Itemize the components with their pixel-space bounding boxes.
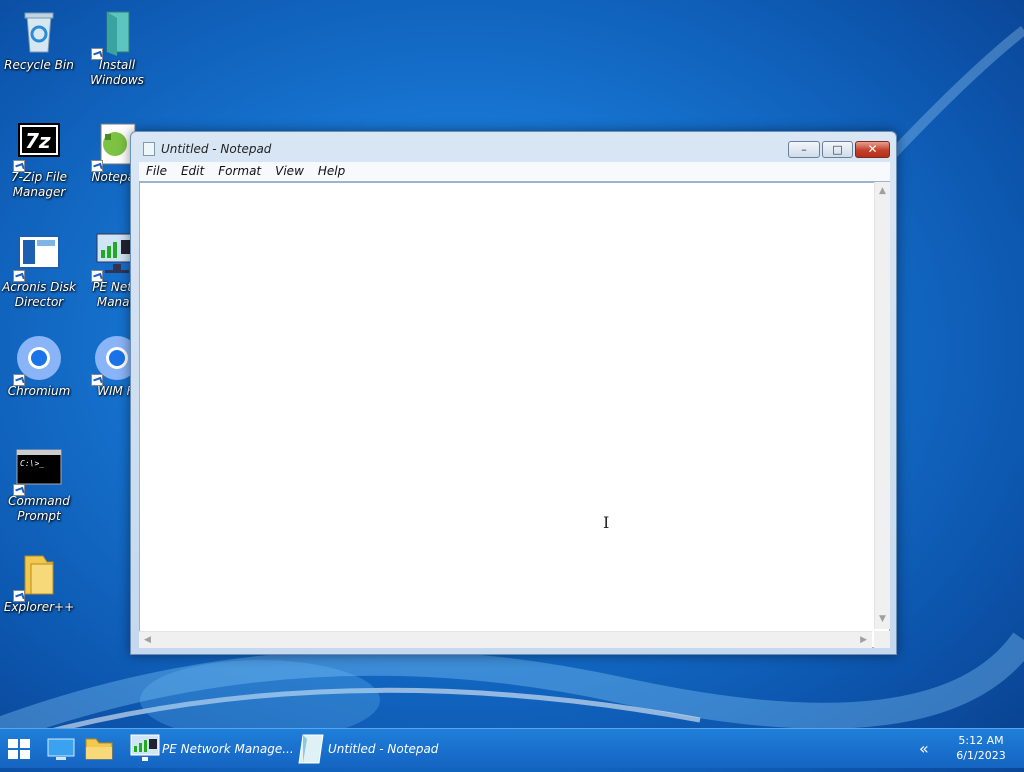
desktop-icon-7zip[interactable]: 7z 7-Zip File Manager	[0, 120, 78, 200]
svg-text:C:\>_: C:\>_	[20, 459, 44, 468]
recycle-bin-icon	[15, 8, 63, 56]
desktop-icon-command-prompt[interactable]: C:\>_ Command Prompt	[0, 444, 78, 524]
menu-file[interactable]: File	[139, 162, 174, 181]
chromium-icon	[13, 334, 63, 386]
taskbar-explorer-button[interactable]	[82, 729, 116, 769]
shortcut-arrow-icon	[91, 160, 103, 172]
start-button[interactable]	[0, 729, 40, 769]
ibeam-cursor-icon: I	[603, 513, 610, 532]
windows-logo-icon	[8, 739, 30, 759]
shortcut-arrow-icon	[13, 270, 25, 282]
shortcut-arrow-icon	[91, 270, 103, 282]
shortcut-arrow-icon	[13, 484, 25, 496]
taskbar-clock[interactable]: 5:12 AM 6/1/2023	[946, 733, 1016, 763]
folder-icon	[13, 550, 63, 602]
shortcut-arrow-icon	[13, 374, 25, 386]
command-prompt-icon: C:\>_	[13, 444, 63, 496]
desktop-icon-chromium[interactable]: Chromium	[0, 334, 78, 399]
shortcut-arrow-icon	[91, 374, 103, 386]
window-title: Untitled - Notepad	[161, 142, 272, 156]
shortcut-arrow-icon	[91, 48, 103, 60]
acronis-icon	[13, 230, 63, 282]
minimize-button[interactable]: –	[788, 141, 820, 158]
notepad-icon	[298, 734, 324, 764]
folder-icon	[85, 738, 113, 760]
title-bar[interactable]: Untitled - Notepad – □ ✕	[131, 132, 896, 162]
seven-zip-icon: 7z	[13, 120, 63, 172]
desktop-monitor-icon	[47, 738, 75, 760]
svg-text:7z: 7z	[25, 129, 51, 153]
taskbar-task-notepad[interactable]: Untitled - Notepad	[290, 732, 450, 766]
menu-edit[interactable]: Edit	[174, 162, 211, 181]
desktop-icon-acronis[interactable]: Acronis Disk Director	[0, 230, 78, 310]
close-button[interactable]: ✕	[855, 141, 890, 158]
notepad-icon	[143, 142, 155, 156]
install-windows-icon	[91, 8, 141, 60]
shortcut-arrow-icon	[13, 160, 25, 172]
desktop-icon-recycle-bin[interactable]: Recycle Bin	[0, 8, 78, 73]
menu-view[interactable]: View	[268, 162, 311, 181]
menu-help[interactable]: Help	[311, 162, 352, 181]
notepad-window[interactable]: Untitled - Notepad – □ ✕ File Edit Format V…	[130, 131, 897, 655]
tray-overflow-chevron-icon[interactable]: «	[919, 739, 929, 758]
clock-time: 5:12 AM	[958, 734, 1004, 747]
text-editor[interactable]	[139, 182, 890, 648]
taskbar-task-pe-network[interactable]: PE Network Manage...	[124, 732, 294, 766]
taskbar-desktop-button[interactable]	[44, 729, 78, 769]
shortcut-arrow-icon	[13, 590, 25, 602]
network-manager-icon	[130, 734, 160, 761]
menu-bar: File Edit Format View Help	[139, 162, 890, 182]
menu-format[interactable]: Format	[211, 162, 268, 181]
desktop-icon-explorer-plus[interactable]: Explorer++	[0, 550, 78, 615]
taskbar: PE Network Manage... Untitled - Notepad …	[0, 728, 1024, 768]
clock-date: 6/1/2023	[956, 749, 1006, 762]
maximize-button[interactable]: □	[822, 141, 853, 158]
desktop-icon-install-windows[interactable]: Install Windows	[78, 8, 156, 88]
